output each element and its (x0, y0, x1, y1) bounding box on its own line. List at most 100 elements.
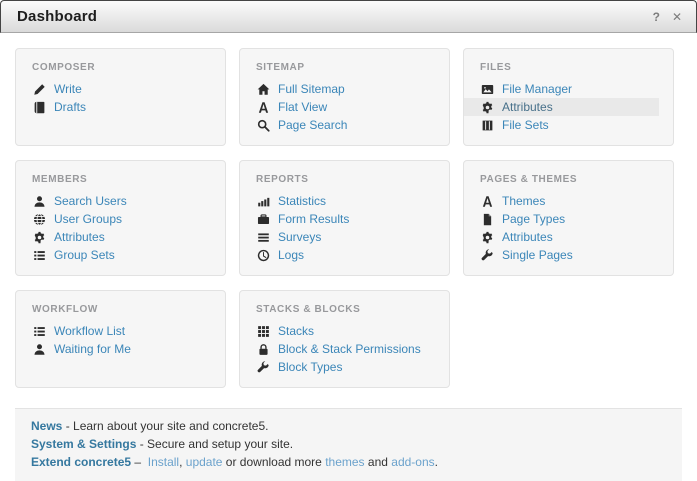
menu-item-files-attributes[interactable]: Attributes (464, 98, 659, 116)
menu-item-label: Page Types (502, 212, 565, 226)
menu-item-single-pages[interactable]: Single Pages (464, 246, 659, 264)
menu-item-label: Block & Stack Permissions (278, 342, 421, 356)
card-heading-members: MEMBERS (32, 174, 211, 185)
menu-item-form-results[interactable]: Form Results (240, 210, 435, 228)
menu-item-members-attributes[interactable]: Attributes (16, 228, 211, 246)
gear-icon (32, 231, 46, 244)
footer-text: or download more (222, 455, 325, 469)
font-icon (256, 101, 270, 114)
font-icon (480, 195, 494, 208)
update-link[interactable]: update (186, 455, 223, 469)
menu-item-label: Waiting for Me (54, 342, 131, 356)
card-reports: REPORTS Statistics Form Results Surveys (239, 160, 450, 276)
addons-link[interactable]: add-ons (391, 455, 434, 469)
user-icon (32, 343, 46, 356)
globe-icon (32, 213, 46, 226)
book-icon (32, 101, 46, 114)
close-icon[interactable]: ✕ (672, 11, 682, 23)
menu-item-drafts[interactable]: Drafts (16, 98, 211, 116)
menu-item-block-stack-permissions[interactable]: Block & Stack Permissions (240, 340, 435, 358)
themes-link[interactable]: themes (325, 455, 364, 469)
footer-text: - Learn about your site and concrete5. (62, 419, 268, 433)
page-title: Dashboard (17, 8, 97, 25)
menu-item-waiting-for-me[interactable]: Waiting for Me (16, 340, 211, 358)
card-heading-sitemap: SITEMAP (256, 62, 435, 73)
help-icon[interactable]: ? (653, 11, 660, 23)
pencil-icon (32, 83, 46, 96)
card-menu: Stacks Block & Stack Permissions Block T… (240, 322, 435, 376)
menu-item-file-sets[interactable]: File Sets (464, 116, 659, 134)
dashboard-footer: News - Learn about your site and concret… (15, 408, 682, 481)
menu-item-themes[interactable]: Themes (464, 192, 659, 210)
card-composer: COMPOSER Write Drafts (15, 48, 226, 146)
menu-item-label: Statistics (278, 194, 326, 208)
footer-text: - Secure and setup your site. (136, 437, 293, 451)
card-heading-pages-themes: PAGES & THEMES (480, 174, 659, 185)
menu-item-logs[interactable]: Logs (240, 246, 435, 264)
menu-item-label: User Groups (54, 212, 122, 226)
search-icon (256, 119, 270, 132)
menu-item-label: Flat View (278, 100, 327, 114)
card-menu: File Manager Attributes File Sets (464, 80, 659, 134)
list-icon (32, 249, 46, 262)
wrench-icon (256, 361, 270, 374)
columns-icon (480, 119, 494, 132)
footer-text: – (131, 455, 148, 469)
card-menu: Workflow List Waiting for Me (16, 322, 211, 358)
window-titlebar: Dashboard ? ✕ (0, 0, 697, 33)
card-heading-stacks-blocks: STACKS & BLOCKS (256, 304, 435, 315)
menu-item-stacks[interactable]: Stacks (240, 322, 435, 340)
menu-item-flat-view[interactable]: Flat View (240, 98, 435, 116)
menu-item-label: Group Sets (54, 248, 115, 262)
card-workflow: WORKFLOW Workflow List Waiting for Me (15, 290, 226, 388)
card-sitemap: SITEMAP Full Sitemap Flat View Page Sear… (239, 48, 450, 146)
menu-item-label: Form Results (278, 212, 349, 226)
system-settings-link[interactable]: System & Settings (31, 437, 136, 451)
menu-item-page-types[interactable]: Page Types (464, 210, 659, 228)
menu-item-label: Write (54, 82, 82, 96)
menu-item-label: Search Users (54, 194, 127, 208)
lock-icon (256, 343, 270, 356)
wrench-icon (480, 249, 494, 262)
menu-item-statistics[interactable]: Statistics (240, 192, 435, 210)
window-controls: ? ✕ (653, 11, 682, 23)
menu-item-user-groups[interactable]: User Groups (16, 210, 211, 228)
card-menu: Full Sitemap Flat View Page Search (240, 80, 435, 134)
extend-concrete5-link[interactable]: Extend concrete5 (31, 455, 131, 469)
menu-item-block-types[interactable]: Block Types (240, 358, 435, 376)
menu-item-label: Page Search (278, 118, 347, 132)
card-heading-reports: REPORTS (256, 174, 435, 185)
menu-item-full-sitemap[interactable]: Full Sitemap (240, 80, 435, 98)
menu-item-page-search[interactable]: Page Search (240, 116, 435, 134)
menu-item-file-manager[interactable]: File Manager (464, 80, 659, 98)
menu-item-label: File Manager (502, 82, 572, 96)
gear-icon (480, 101, 494, 114)
menu-item-workflow-list[interactable]: Workflow List (16, 322, 211, 340)
dashboard-window: Dashboard ? ✕ COMPOSER Write Drafts (0, 0, 697, 481)
news-link[interactable]: News (31, 419, 62, 433)
menu-item-label: Full Sitemap (278, 82, 345, 96)
menu-item-label: Workflow List (54, 324, 125, 338)
footer-line-system-settings: System & Settings - Secure and setup you… (31, 435, 666, 453)
file-icon (480, 213, 494, 226)
menu-item-label: Single Pages (502, 248, 573, 262)
menu-item-label: Attributes (54, 230, 105, 244)
gear-icon (480, 231, 494, 244)
grid-icon (256, 325, 270, 338)
list-icon (32, 325, 46, 338)
card-menu: Themes Page Types Attributes Single Page… (464, 192, 659, 264)
footer-text: and (365, 455, 392, 469)
card-menu: Search Users User Groups Attributes Grou… (16, 192, 211, 264)
menu-item-group-sets[interactable]: Group Sets (16, 246, 211, 264)
card-heading-composer: COMPOSER (32, 62, 211, 73)
picture-icon (480, 83, 494, 96)
install-link[interactable]: Install (148, 455, 179, 469)
menu-item-search-users[interactable]: Search Users (16, 192, 211, 210)
card-grid: COMPOSER Write Drafts SITEMAP (15, 48, 682, 388)
menu-item-pages-attributes[interactable]: Attributes (464, 228, 659, 246)
menu-item-label: Block Types (278, 360, 342, 374)
card-pages-themes: PAGES & THEMES Themes Page Types Attribu… (463, 160, 674, 276)
menu-item-label: Logs (278, 248, 304, 262)
menu-item-surveys[interactable]: Surveys (240, 228, 435, 246)
menu-item-write[interactable]: Write (16, 80, 211, 98)
